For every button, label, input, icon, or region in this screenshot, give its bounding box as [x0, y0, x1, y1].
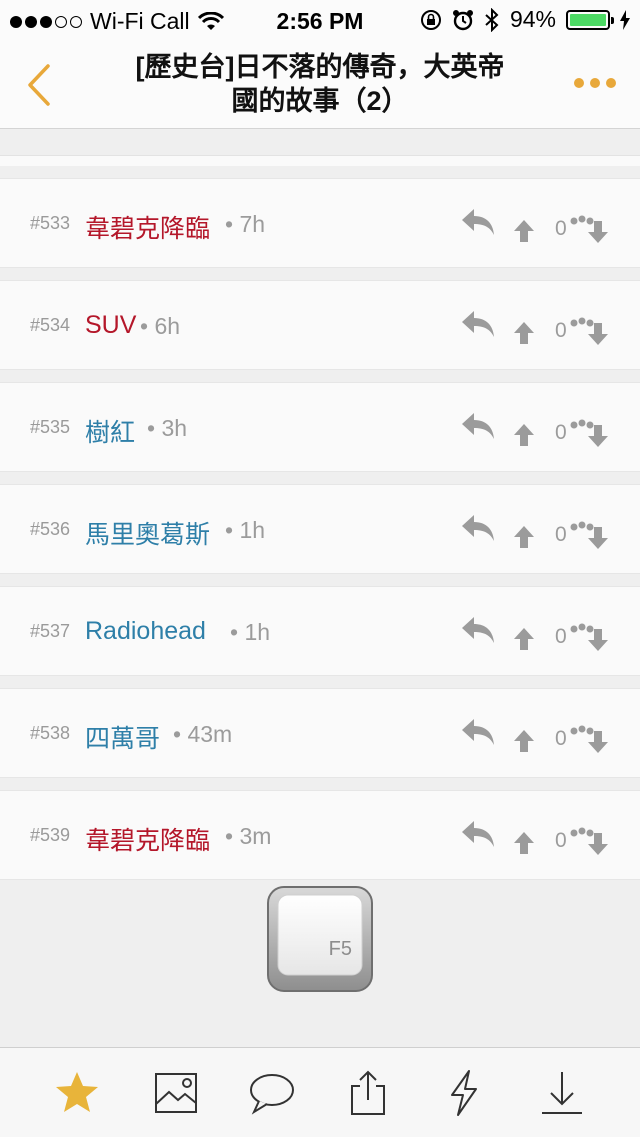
- bluetooth-icon: [485, 7, 499, 32]
- f5-key-label: F5: [329, 938, 352, 960]
- downvote-arrow-icon[interactable]: [560, 215, 612, 245]
- floor-number: #534: [30, 315, 71, 335]
- upvote-arrow-icon[interactable]: [513, 321, 535, 345]
- floor-number: #537: [30, 621, 71, 641]
- battery-percent: 94%: [509, 6, 556, 32]
- list-item[interactable]: #538 四萬哥 • 43m 0: [0, 688, 640, 778]
- bottom-toolbar: [0, 1047, 640, 1137]
- floor-number: #536: [30, 519, 71, 539]
- image-icon[interactable]: [151, 1068, 201, 1118]
- author-name[interactable]: 四萬哥: [85, 719, 160, 755]
- author-name[interactable]: SUV: [85, 311, 136, 340]
- reply-icon[interactable]: [460, 513, 496, 543]
- list-item[interactable]: #537 Radiohead • 1h 0: [0, 586, 640, 676]
- floor-number: #535: [30, 417, 71, 437]
- floor-number: #539: [30, 825, 71, 845]
- author-name[interactable]: 樹紅: [85, 413, 135, 449]
- page-title-line2: 國的故事（2）: [231, 86, 409, 116]
- upvote-arrow-icon[interactable]: [513, 831, 535, 855]
- upvote-arrow-icon[interactable]: [513, 729, 535, 753]
- reply-icon[interactable]: [460, 819, 496, 849]
- alarm-icon: [452, 9, 473, 30]
- list-item[interactable]: #533 韋碧克降臨 • 7h 0: [0, 178, 640, 268]
- chat-bubble-icon[interactable]: [247, 1068, 297, 1118]
- more-options-icon[interactable]: [574, 78, 616, 88]
- post-time: • 3h: [147, 415, 188, 441]
- download-icon[interactable]: [537, 1068, 587, 1118]
- share-icon[interactable]: [343, 1068, 393, 1118]
- page-title: [歷史台]日不落的傳奇，大英帝 國的故事（2）: [90, 50, 550, 118]
- floor-number: #533: [30, 213, 71, 233]
- navigation-bar: [歷史台]日不落的傳奇，大英帝 國的故事（2）: [0, 40, 640, 129]
- post-time: • 1h: [230, 619, 271, 645]
- reply-icon[interactable]: [460, 309, 496, 339]
- post-time: • 6h: [140, 313, 181, 339]
- list-item[interactable]: #536 馬里奧葛斯 • 1h 0: [0, 484, 640, 574]
- upvote-arrow-icon[interactable]: [513, 219, 535, 243]
- author-name[interactable]: 韋碧克降臨: [85, 209, 210, 245]
- page-title-line1: [歷史台]日不落的傳奇，大英帝: [135, 52, 505, 82]
- reply-icon[interactable]: [460, 207, 496, 237]
- list-item[interactable]: #535 樹紅 • 3h 0: [0, 382, 640, 472]
- floor-number: #538: [30, 723, 71, 743]
- post-time: • 1h: [225, 517, 266, 543]
- battery-icon: [566, 9, 614, 30]
- upvote-arrow-icon[interactable]: [513, 627, 535, 651]
- reply-icon[interactable]: [460, 411, 496, 441]
- reply-icon[interactable]: [460, 615, 496, 645]
- post-time: • 7h: [225, 211, 266, 237]
- downvote-arrow-icon[interactable]: [560, 521, 612, 551]
- downvote-arrow-icon[interactable]: [560, 623, 612, 653]
- author-name[interactable]: 韋碧克降臨: [85, 821, 210, 857]
- author-name[interactable]: 馬里奧葛斯: [85, 515, 210, 551]
- downvote-arrow-icon[interactable]: [560, 419, 612, 449]
- list-item[interactable]: #539 韋碧克降臨 • 3m 0: [0, 790, 640, 880]
- refresh-f5-key-button[interactable]: F5: [266, 885, 374, 993]
- list-item[interactable]: #534 SUV • 6h 0: [0, 280, 640, 370]
- star-icon[interactable]: [52, 1068, 102, 1118]
- lightning-icon[interactable]: [439, 1068, 489, 1118]
- list-item-partial: [0, 155, 640, 166]
- upvote-arrow-icon[interactable]: [513, 423, 535, 447]
- orientation-lock-icon: [420, 9, 441, 30]
- back-chevron-icon[interactable]: [22, 60, 56, 110]
- post-time: • 43m: [173, 721, 233, 747]
- downvote-arrow-icon[interactable]: [560, 827, 612, 857]
- reply-list: #533 韋碧克降臨 • 7h 0 #534 SUV • 6h 0 #535 樹紅 • 3h 0 #53…: [0, 155, 640, 880]
- status-bar: Wi-Fi Call 2:56 PM 94%: [0, 0, 640, 40]
- downvote-arrow-icon[interactable]: [560, 725, 612, 755]
- charging-icon: [620, 9, 630, 30]
- post-time: • 3m: [225, 823, 272, 849]
- author-name[interactable]: Radiohead: [85, 617, 206, 646]
- reply-icon[interactable]: [460, 717, 496, 747]
- upvote-arrow-icon[interactable]: [513, 525, 535, 549]
- downvote-arrow-icon[interactable]: [560, 317, 612, 347]
